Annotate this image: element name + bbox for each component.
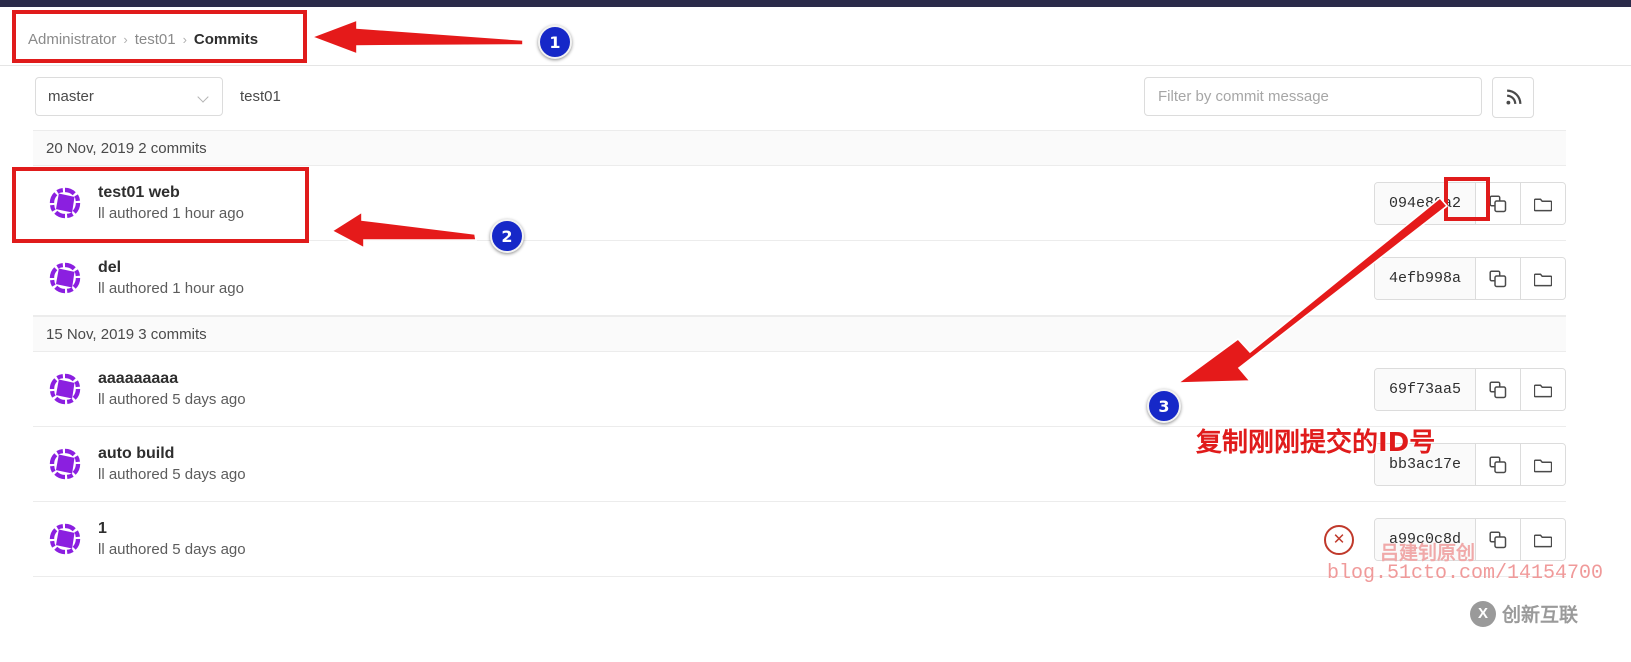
copy-icon	[1489, 269, 1507, 287]
folder-icon	[1534, 384, 1552, 397]
commit-row[interactable]: aaaaaaaaa ll authored 5 days ago 69f73aa5	[33, 352, 1566, 427]
commit-title[interactable]: aaaaaaaaa	[98, 368, 246, 389]
copy-sha-button[interactable]	[1476, 258, 1521, 299]
commit-title[interactable]: 1	[98, 518, 246, 539]
breadcrumb-root[interactable]: Administrator	[28, 31, 116, 48]
chevron-down-icon	[199, 93, 210, 100]
copy-icon	[1489, 380, 1507, 398]
commit-actions: 4efb998a	[1373, 241, 1566, 316]
avatar	[49, 523, 81, 555]
copy-icon	[1489, 530, 1507, 548]
commit-row[interactable]: test01 web ll authored 1 hour ago 094e89a2	[33, 166, 1566, 241]
commit-author-line: ll authored 5 days ago	[98, 390, 246, 408]
commit-title[interactable]: del	[98, 257, 244, 278]
rss-feed-button[interactable]	[1492, 77, 1534, 118]
copy-icon	[1489, 194, 1507, 212]
commit-sha[interactable]: 094e89a2	[1374, 183, 1476, 224]
browse-files-button[interactable]	[1521, 258, 1565, 299]
avatar	[49, 187, 81, 219]
commit-date-header: 15 Nov, 2019 3 commits	[33, 316, 1566, 352]
commit-sha-group: 4efb998a	[1373, 257, 1566, 300]
commit-meta: del ll authored 1 hour ago	[98, 257, 244, 300]
commit-date-header: 20 Nov, 2019 2 commits	[33, 130, 1566, 166]
window-top-strip	[0, 0, 1631, 7]
folder-icon	[1534, 459, 1552, 472]
rss-icon	[1505, 89, 1521, 105]
commit-author-line: ll authored 1 hour ago	[98, 204, 244, 222]
annotation-note-3: 复制刚刚提交的ID号	[1196, 428, 1436, 458]
breadcrumb-current: Commits	[193, 31, 259, 48]
copy-sha-button[interactable]	[1476, 444, 1521, 485]
watermark-brand-text: 创新互联	[1502, 604, 1579, 626]
folder-icon	[1534, 273, 1552, 286]
browse-files-button[interactable]	[1521, 519, 1565, 560]
copy-sha-button[interactable]	[1476, 369, 1521, 410]
commit-actions: 69f73aa5	[1373, 352, 1566, 427]
brand-mark-icon: X	[1470, 600, 1496, 627]
pipeline-status-failed-icon[interactable]: ✕	[1323, 524, 1354, 555]
breadcrumb-separator-1: ›	[123, 32, 128, 47]
copy-sha-button[interactable]	[1476, 519, 1521, 560]
commit-sha-group: 69f73aa5	[1373, 368, 1566, 411]
commit-sha[interactable]: 69f73aa5	[1374, 369, 1476, 410]
breadcrumb-project[interactable]: test01	[135, 31, 176, 48]
commit-title[interactable]: auto build	[98, 443, 246, 464]
avatar	[49, 262, 81, 294]
browse-files-button[interactable]	[1521, 369, 1565, 410]
repo-name-label: test01	[240, 88, 281, 105]
branch-selector-label: master	[48, 88, 94, 105]
copy-icon	[1489, 455, 1507, 473]
watermark-author: 吕建钊原创	[1380, 542, 1476, 564]
commit-sha-group: 094e89a2	[1373, 182, 1566, 225]
branch-selector[interactable]: master	[35, 77, 223, 116]
commit-author-line: ll authored 5 days ago	[98, 465, 246, 483]
folder-icon	[1534, 534, 1552, 547]
commit-meta: auto build ll authored 5 days ago	[98, 443, 246, 486]
commits-toolbar: master test01	[0, 66, 1631, 130]
commit-meta: test01 web ll authored 1 hour ago	[98, 182, 244, 225]
folder-icon	[1534, 198, 1552, 211]
copy-sha-button[interactable]	[1476, 183, 1521, 224]
commit-sha[interactable]: 4efb998a	[1374, 258, 1476, 299]
annotation-marker-1: 1	[538, 25, 572, 59]
browse-files-button[interactable]	[1521, 183, 1565, 224]
commit-author-line: ll authored 1 hour ago	[98, 279, 244, 297]
watermark-brand: X 创新互联	[1470, 600, 1578, 627]
annotation-marker-2: 2	[490, 219, 524, 253]
browse-files-button[interactable]	[1521, 444, 1565, 485]
avatar	[49, 448, 81, 480]
commit-title[interactable]: test01 web	[98, 182, 244, 203]
search-input[interactable]	[1144, 77, 1482, 116]
commit-meta: 1 ll authored 5 days ago	[98, 518, 246, 561]
breadcrumb: Administrator › test01 › Commits	[28, 31, 258, 48]
breadcrumb-separator-2: ›	[182, 32, 187, 47]
avatar	[49, 373, 81, 405]
annotation-marker-3: 3	[1147, 389, 1181, 423]
commit-author-line: ll authored 5 days ago	[98, 540, 246, 558]
commit-row[interactable]: del ll authored 1 hour ago 4efb998a	[33, 241, 1566, 316]
breadcrumb-bar: Administrator › test01 › Commits	[0, 7, 1631, 66]
commit-actions: 094e89a2	[1373, 166, 1566, 241]
commit-meta: aaaaaaaaa ll authored 5 days ago	[98, 368, 246, 411]
commits-list: 20 Nov, 2019 2 commits test01 web ll autho…	[33, 130, 1566, 577]
watermark-blog-url: blog.51cto.com/14154700	[1327, 562, 1604, 585]
